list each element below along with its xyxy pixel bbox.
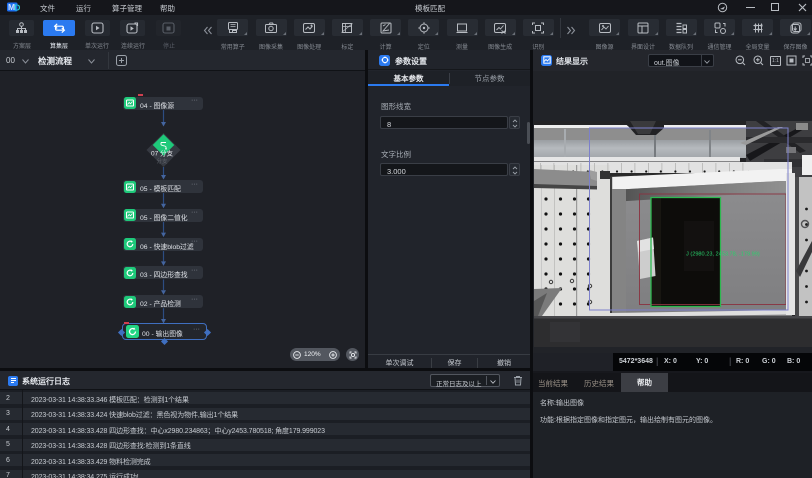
svg-text:分支: 分支 bbox=[157, 157, 169, 165]
svg-text:D: D bbox=[14, 2, 20, 12]
svg-text:07 分支: 07 分支 bbox=[151, 149, 174, 158]
svg-text:J (2980.23, 2453.78, -179.99): J (2980.23, 2453.78, -179.99) bbox=[686, 252, 760, 258]
